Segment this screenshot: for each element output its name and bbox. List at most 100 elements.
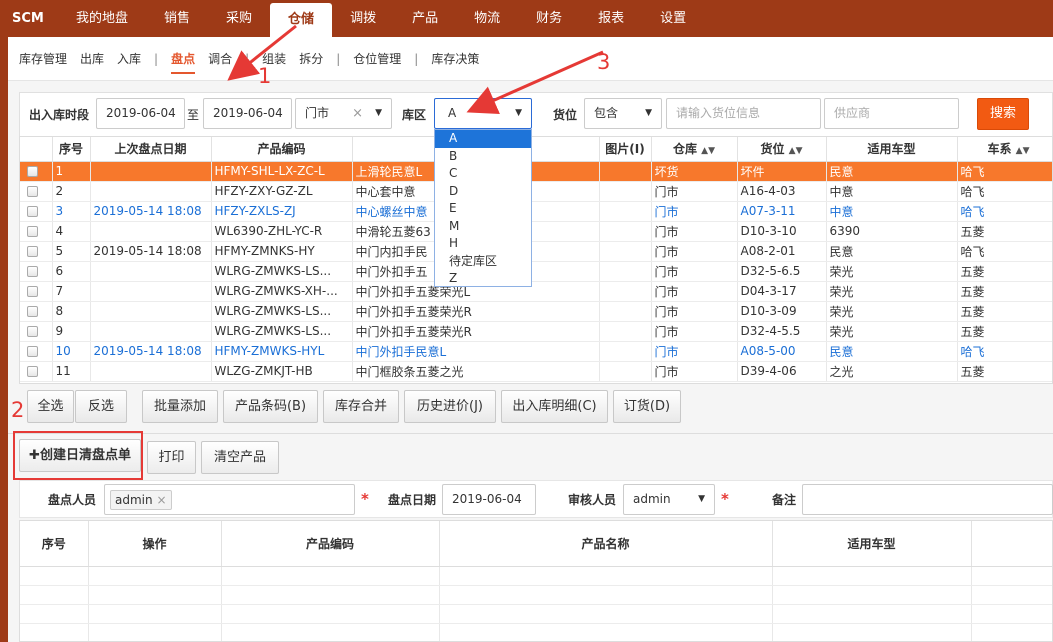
- location-mode-value: 包含: [594, 106, 619, 120]
- table-row[interactable]: 10 2019-05-14 18:08 HFMY-ZMWKS-HYL 中门外扣手民意L…: [20, 341, 1052, 362]
- cell-warehouse: 门市: [651, 301, 738, 322]
- invert-select-button[interactable]: 反选: [75, 390, 127, 423]
- table-row[interactable]: 11 WLZG-ZMKJT-HB 中门框胶条五菱之光 门市 D39-4-06 之光 五菱: [20, 361, 1052, 382]
- subnav-stocktake[interactable]: 盘点: [171, 50, 196, 74]
- area-option[interactable]: Z: [435, 270, 531, 288]
- area-option[interactable]: A: [435, 130, 531, 148]
- nav-item-finance[interactable]: 财务: [518, 0, 580, 37]
- select-all-button[interactable]: 全选: [27, 390, 74, 423]
- area-option[interactable]: E: [435, 200, 531, 218]
- subnav-outbound[interactable]: 出库: [80, 50, 104, 67]
- subnav-location-mgmt[interactable]: 仓位管理: [353, 50, 401, 67]
- table-row[interactable]: 4 WL6390-ZHL-YC-R 中滑轮五菱63 门市 D10-3-10 6390 五菱: [20, 221, 1052, 242]
- date-to-input[interactable]: 2019-06-04: [203, 98, 292, 129]
- row-checkbox-box[interactable]: [27, 306, 38, 317]
- order-button[interactable]: 订货(D): [613, 390, 681, 423]
- area-option[interactable]: B: [435, 148, 531, 166]
- subnav-inventory-decision[interactable]: 库存决策: [431, 50, 479, 67]
- row-checkbox-box[interactable]: [27, 266, 38, 277]
- row-checkbox[interactable]: [20, 181, 53, 202]
- nav-item-settings[interactable]: 设置: [642, 0, 704, 37]
- row-checkbox-box[interactable]: [27, 206, 38, 217]
- nav-item-home[interactable]: 我的地盘: [58, 0, 146, 37]
- date-from-input[interactable]: 2019-06-04: [96, 98, 185, 129]
- table-row[interactable]: 3 2019-05-14 18:08 HFZY-ZXLS-ZJ 中心螺丝中意 门市 A07…: [20, 201, 1052, 222]
- nav-item-logistics[interactable]: 物流: [456, 0, 518, 37]
- counter-select[interactable]: admin ×: [104, 484, 355, 515]
- cell-no: 11: [52, 361, 91, 382]
- io-detail-button[interactable]: 出入库明细(C): [501, 390, 608, 423]
- row-checkbox-box[interactable]: [27, 286, 38, 297]
- history-price-button[interactable]: 历史进价(J): [404, 390, 496, 423]
- stocktake-date-input[interactable]: 2019-06-04: [442, 484, 536, 515]
- table-row[interactable]: 8 WLRG-ZMWKS-LS... 中门外扣手五菱荣光R 门市 D10-3-09 荣光五…: [20, 301, 1052, 322]
- table-row[interactable]: 6 WLRG-ZMWKS-LS... 中门外扣手五 门市 D32-5-6.5 荣光 五菱: [20, 261, 1052, 282]
- row-checkbox[interactable]: [20, 301, 53, 322]
- area-option[interactable]: D: [435, 183, 531, 201]
- nav-item-reports[interactable]: 报表: [580, 0, 642, 37]
- header-location[interactable]: 货位 ▲▼: [737, 137, 827, 162]
- subnav-adjust[interactable]: 调合: [208, 50, 232, 67]
- search-button[interactable]: 搜索: [977, 98, 1029, 130]
- row-checkbox[interactable]: [20, 361, 53, 382]
- supplier-input[interactable]: 供应商: [824, 98, 959, 129]
- remove-icon[interactable]: ×: [156, 493, 166, 507]
- table-row[interactable]: 5 2019-05-14 18:08 HFMY-ZMNKS-HY 中门内扣手民 门市 A0…: [20, 241, 1052, 262]
- barcode-button[interactable]: 产品条码(B): [223, 390, 318, 423]
- cell-warehouse: 门市: [651, 201, 738, 222]
- header-operation: 操作: [88, 521, 222, 567]
- row-checkbox-box[interactable]: [27, 166, 38, 177]
- subnav-inventory[interactable]: 库存管理: [19, 50, 67, 67]
- row-checkbox-box[interactable]: [27, 366, 38, 377]
- area-option[interactable]: C: [435, 165, 531, 183]
- row-checkbox[interactable]: [20, 321, 53, 342]
- warehouse-select[interactable]: 门市 × ▼: [295, 98, 392, 129]
- table-row[interactable]: 1 HFMY-SHL-LX-ZC-L 上滑轮民意L 坏货 坏件 民意 哈飞: [20, 161, 1052, 182]
- row-checkbox[interactable]: [20, 161, 53, 182]
- header-warehouse[interactable]: 仓库 ▲▼: [651, 137, 738, 162]
- merge-stock-button[interactable]: 库存合并: [323, 390, 399, 423]
- area-option[interactable]: M: [435, 218, 531, 236]
- row-checkbox[interactable]: [20, 241, 53, 262]
- clear-icon[interactable]: ×: [352, 99, 363, 128]
- table-row[interactable]: 2 HFZY-ZXY-GZ-ZL 中心套中意 门市 A16-4-03 中意 哈飞: [20, 181, 1052, 202]
- nav-item-product[interactable]: 产品: [394, 0, 456, 37]
- clear-products-button[interactable]: 清空产品: [201, 441, 279, 474]
- remark-input[interactable]: [802, 484, 1053, 515]
- row-checkbox-box[interactable]: [27, 326, 38, 337]
- subnav-inbound[interactable]: 入库: [117, 50, 141, 67]
- cell-last-date: 2019-05-14 18:08: [90, 241, 212, 262]
- cell-last-date: 2019-05-14 18:08: [90, 201, 212, 222]
- row-checkbox[interactable]: [20, 341, 53, 362]
- subnav-disassemble[interactable]: 拆分: [299, 50, 323, 67]
- row-checkbox-box[interactable]: [27, 226, 38, 237]
- row-checkbox[interactable]: [20, 201, 53, 222]
- row-checkbox-box[interactable]: [27, 186, 38, 197]
- row-checkbox-box[interactable]: [27, 346, 38, 357]
- row-checkbox-box[interactable]: [27, 246, 38, 257]
- left-edge-bar: [0, 37, 8, 642]
- location-mode-select[interactable]: 包含 ▼: [584, 98, 662, 129]
- cell-model: 荣光: [826, 321, 958, 342]
- area-option[interactable]: 待定库区: [435, 253, 531, 271]
- header-checkbox[interactable]: [20, 137, 53, 162]
- area-option[interactable]: H: [435, 235, 531, 253]
- header-series[interactable]: 车系 ▲▼: [957, 137, 1052, 162]
- table-row[interactable]: 7 WLRG-ZMWKS-XH-... 中门外扣手五菱荣光L 门市 D04-3-17 荣光…: [20, 281, 1052, 302]
- print-button[interactable]: 打印: [147, 441, 196, 474]
- batch-add-button[interactable]: 批量添加: [142, 390, 218, 423]
- row-checkbox[interactable]: [20, 221, 53, 242]
- nav-item-sales[interactable]: 销售: [146, 0, 208, 37]
- area-select[interactable]: A ▼: [434, 98, 532, 129]
- cell-no: 5: [52, 241, 91, 262]
- nav-item-purchase[interactable]: 采购: [208, 0, 270, 37]
- table-row[interactable]: 9 WLRG-ZMWKS-LS... 中门外扣手五菱荣光R 门市 D32-4-5.5 荣光…: [20, 321, 1052, 342]
- row-checkbox[interactable]: [20, 281, 53, 302]
- cell-series: 五菱: [957, 361, 1052, 382]
- nav-item-transfer[interactable]: 调拨: [332, 0, 394, 37]
- annotation-number-2: 2: [11, 398, 25, 422]
- row-checkbox[interactable]: [20, 261, 53, 282]
- location-input[interactable]: 请输入货位信息: [666, 98, 821, 129]
- nav-item-warehouse[interactable]: 仓储: [270, 3, 333, 37]
- reviewer-select[interactable]: admin ▼: [623, 484, 715, 515]
